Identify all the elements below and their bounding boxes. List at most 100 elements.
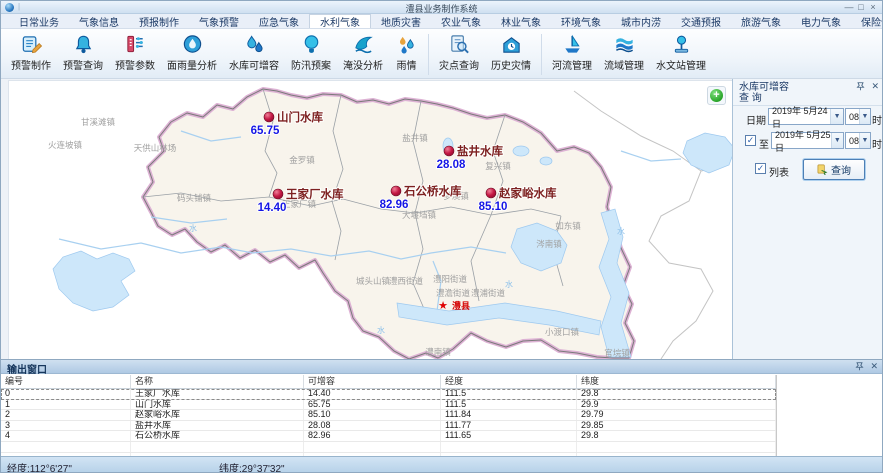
toolbar-button-6[interactable]: 淹没分析 — [337, 31, 389, 78]
inundation-icon — [352, 33, 375, 56]
reservoir-dot-icon[interactable] — [391, 186, 401, 196]
menu-tab-4[interactable]: 应急气象 — [249, 14, 309, 28]
table-empty-row — [1, 442, 776, 453]
date-from-select[interactable]: 2019年 5月24日▼ — [768, 108, 844, 125]
water-label: 水 — [617, 226, 625, 236]
output-window-header: 输出窗口 ✕ — [1, 360, 883, 374]
table-cell — [441, 442, 577, 452]
to-label: 至 — [759, 136, 769, 151]
hour-suffix-label: 时 — [872, 112, 882, 127]
town-label: 大堰垱镇 — [402, 210, 437, 220]
water-label: 水 — [505, 279, 513, 289]
menu-tab-0[interactable]: 日常业务 — [9, 14, 69, 28]
menu-tab-3[interactable]: 气象预警 — [189, 14, 249, 28]
reservoir-dot-icon[interactable] — [444, 146, 454, 156]
menu-tab-8[interactable]: 林业气象 — [491, 14, 551, 28]
close-button[interactable]: × — [867, 1, 879, 13]
menu-tab-9[interactable]: 环境气象 — [551, 14, 611, 28]
status-longitude: 经度:112°6'27" — [7, 460, 72, 473]
map-canvas[interactable]: 水水水水 甘溪滩镇火连坡镇天供山林场金罗镇盐井镇复兴镇梦溪镇如东镇涔南镇码头铺镇… — [9, 81, 732, 359]
alert-bell-icon — [72, 33, 95, 56]
rainfall-analysis-icon — [181, 33, 204, 56]
menu-tab-2[interactable]: 预报制作 — [129, 14, 189, 28]
town-label: 金罗镇 — [289, 155, 315, 165]
menu-tab-10[interactable]: 城市内涝 — [611, 14, 671, 28]
toolbar-button-2[interactable]: 预警参数 — [109, 31, 161, 78]
menu-tab-5[interactable]: 水利气象 — [309, 14, 371, 28]
table-row[interactable]: 4石公桥水库82.96111.6529.8 — [1, 431, 776, 442]
minimize-button[interactable]: — — [843, 1, 855, 13]
table-cell: 65.75 — [304, 400, 441, 410]
output-table-header-row[interactable]: 编号名称可增容经度纬度 — [1, 375, 776, 389]
chevron-down-icon: ▼ — [831, 133, 843, 148]
table-cell: 85.10 — [304, 410, 441, 420]
water-label: 水 — [189, 223, 197, 233]
table-cell: 可增容 — [304, 375, 441, 388]
menu-tab-14[interactable]: 保险气象 — [851, 14, 883, 28]
reservoir-capacity-query-panel: 水库可增容 查 询 ✕ 日期 2019年 5月24日▼ 08▼ 时 ✓ 至 20… — [732, 79, 883, 359]
table-row[interactable]: 1山门水库65.75111.529.9 — [1, 400, 776, 411]
toolbar-button-3[interactable]: 面雨量分析 — [161, 31, 223, 78]
hour-to-select[interactable]: 08▼ — [845, 132, 871, 149]
table-cell: 111.84 — [441, 410, 577, 420]
toolbar-button-label: 预警查询 — [63, 57, 103, 72]
menu-tab-13[interactable]: 电力气象 — [791, 14, 851, 28]
hour-from-select[interactable]: 08▼ — [845, 108, 871, 125]
menu-tab-6[interactable]: 地质灾害 — [371, 14, 431, 28]
table-row[interactable]: 3盐井水库28.08111.7729.85 — [1, 421, 776, 432]
toolbar-button-9[interactable]: 历史灾情 — [485, 31, 537, 78]
panel-subtitle: 查 询 — [739, 93, 789, 104]
maximize-button[interactable]: □ — [855, 1, 867, 13]
toolbar-button-4[interactable]: 水库可增容 — [223, 31, 285, 78]
table-row[interactable]: 0王家厂水库14.40111.529.8 — [1, 389, 776, 400]
output-close-icon[interactable]: ✕ — [870, 362, 878, 371]
toolbar-button-label: 河流管理 — [552, 57, 592, 72]
toolbar-button-5[interactable]: 防汛预案 — [285, 31, 337, 78]
table-cell: 29.9 — [577, 400, 776, 410]
list-checkbox[interactable]: ✓ — [755, 163, 766, 174]
date-to-select[interactable]: 2019年 5月25日▼ — [771, 132, 844, 149]
reservoir-dot-icon[interactable] — [486, 188, 496, 198]
status-bar: 经度:112°6'27" 纬度:29°37'32" — [1, 456, 883, 473]
toolbar-button-label: 水文站管理 — [656, 57, 706, 72]
query-button-label: 查询 — [831, 162, 851, 177]
pin-icon[interactable] — [856, 82, 865, 91]
table-cell: 29.8 — [577, 431, 776, 441]
pin-icon[interactable] — [855, 362, 864, 371]
table-cell: 经度 — [441, 375, 577, 388]
table-cell — [304, 442, 441, 452]
town-label: 复兴镇 — [485, 161, 511, 171]
flood-plan-icon — [300, 33, 323, 56]
map-zoom-in-button[interactable]: + — [707, 86, 726, 105]
town-label: 天供山林场 — [134, 143, 177, 153]
menu-tab-1[interactable]: 气象信息 — [69, 14, 129, 28]
table-cell — [131, 442, 304, 452]
toolbar-button-10[interactable]: 河流管理 — [546, 31, 598, 78]
town-label: 小渡口镇 — [545, 327, 580, 337]
panel-caption: 水库可增容 查 询 — [739, 82, 789, 104]
query-button[interactable]: 查询 — [803, 159, 865, 180]
table-cell: 111.5 — [441, 389, 577, 399]
table-row[interactable]: 2赵家峪水库85.10111.8429.79 — [1, 410, 776, 421]
to-date-checkbox[interactable]: ✓ — [745, 135, 756, 146]
toolbar-button-7[interactable]: 雨情 — [389, 31, 424, 78]
panel-close-icon[interactable]: ✕ — [871, 82, 879, 91]
reservoir-dot-icon[interactable] — [273, 189, 283, 199]
menu-tab-11[interactable]: 交通预报 — [671, 14, 731, 28]
toolbar-button-12[interactable]: 水文站管理 — [650, 31, 712, 78]
town-label: 澧澹街道 — [436, 288, 471, 298]
toolbar-button-0[interactable]: 预警制作 — [5, 31, 57, 78]
reservoir-dot-icon[interactable] — [264, 112, 274, 122]
town-label: 盐井镇 — [402, 133, 428, 143]
toolbar-button-11[interactable]: 流域管理 — [598, 31, 650, 78]
alert-params-icon — [124, 33, 147, 56]
reservoir-value-label: 28.08 — [437, 159, 466, 171]
menu-tab-12[interactable]: 旅游气象 — [731, 14, 791, 28]
menu-bar: 日常业务气象信息预报制作气象预警应急气象水利气象地质灾害农业气象林业气象环境气象… — [1, 14, 882, 29]
menu-tab-7[interactable]: 农业气象 — [431, 14, 491, 28]
toolbar-button-1[interactable]: 预警查询 — [57, 31, 109, 78]
toolbar-button-label: 水库可增容 — [229, 57, 279, 72]
toolbar-button-label: 防汛预案 — [291, 57, 331, 72]
toolbar-button-8[interactable]: 灾点查询 — [433, 31, 485, 78]
reservoir-name-label: 赵家峪水库 — [498, 186, 557, 200]
